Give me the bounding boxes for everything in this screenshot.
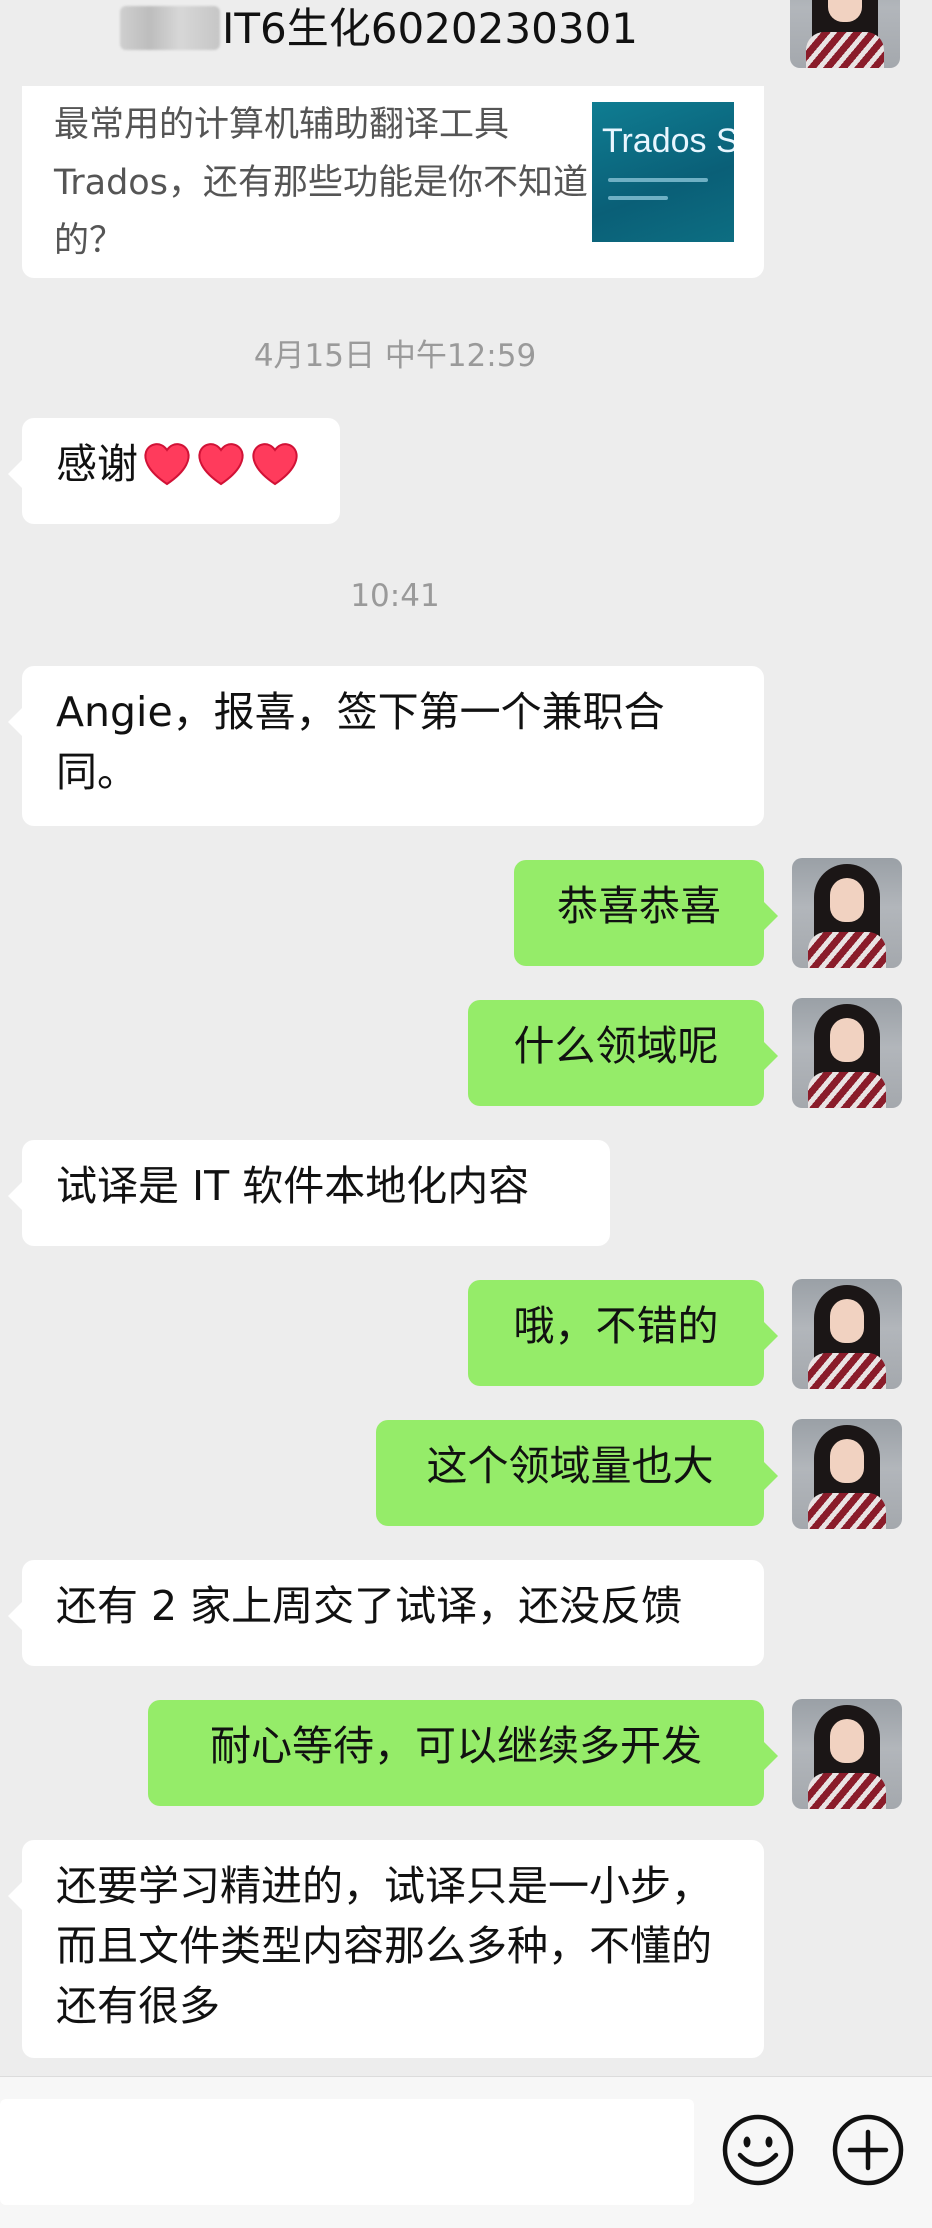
chat-title: IT6生化6020230301 (222, 4, 638, 53)
message-received[interactable]: 试译是 IT 软件本地化内容 (8, 1140, 610, 1246)
link-card-thumbnail: Trados S (592, 102, 734, 242)
message-sent[interactable]: 耐心等待，可以继续多开发 (148, 1700, 778, 1806)
message-received[interactable]: 还有 2 家上周交了试译，还没反馈 (8, 1560, 764, 1666)
hearts-emoji (138, 440, 300, 488)
message-received[interactable]: 还要学习精进的，试译只是一小步，而且文件类型内容那么多种，不懂的还有很多 (8, 1840, 764, 2058)
message-text: 什么领域呢 (513, 1022, 719, 1070)
message-sent[interactable]: 什么领域呢 (468, 1000, 778, 1106)
input-bar (0, 2076, 932, 2228)
link-card-text: 最常用的计算机辅助翻译工具Trados，还有那些功能是你不知道的？ (54, 105, 588, 261)
message-received[interactable]: 感谢 (8, 418, 340, 524)
message-text: 耐心等待，可以继续多开发 (210, 1722, 702, 1770)
avatar[interactable] (790, 0, 900, 68)
avatar[interactable] (792, 1699, 902, 1809)
link-card[interactable]: 最常用的计算机辅助翻译工具Trados，还有那些功能是你不知道的？ Trados… (22, 86, 764, 278)
timestamp: 10:41 (350, 578, 440, 614)
message-text: 哦，不错的 (513, 1302, 719, 1350)
message-sent[interactable]: 哦，不错的 (468, 1280, 778, 1386)
message-received[interactable]: Angie，报喜，签下第一个兼职合同。 (8, 666, 764, 826)
avatar[interactable] (792, 998, 902, 1108)
message-text: 还有 2 家上周交了试译，还没反馈 (56, 1582, 683, 1630)
heart-icon (198, 443, 244, 486)
message-text: Angie，报喜，签下第一个兼职合同。 (56, 688, 665, 796)
avatar[interactable] (792, 1419, 902, 1529)
blurred-name (120, 6, 220, 50)
message-text: 恭喜恭喜 (557, 882, 721, 930)
avatar[interactable] (792, 1279, 902, 1389)
message-text: 还要学习精进的，试译只是一小步，而且文件类型内容那么多种，不懂的还有很多 (56, 1862, 712, 2030)
thumbnail-text: Trados S (602, 122, 734, 160)
plus-icon[interactable] (830, 2112, 906, 2188)
message-sent[interactable]: 这个领域量也大 (376, 1420, 778, 1526)
heart-icon (144, 443, 190, 486)
message-input[interactable] (0, 2099, 694, 2205)
message-text: 感谢 (56, 440, 138, 488)
avatar[interactable] (792, 858, 902, 968)
emoji-icon[interactable] (720, 2112, 796, 2188)
message-text: 试译是 IT 软件本地化内容 (56, 1162, 530, 1210)
message-sent[interactable]: 恭喜恭喜 (514, 860, 778, 966)
timestamp: 4月15日 中午12:59 (253, 338, 537, 374)
message-text: 这个领域量也大 (426, 1442, 714, 1490)
heart-icon (252, 443, 298, 486)
